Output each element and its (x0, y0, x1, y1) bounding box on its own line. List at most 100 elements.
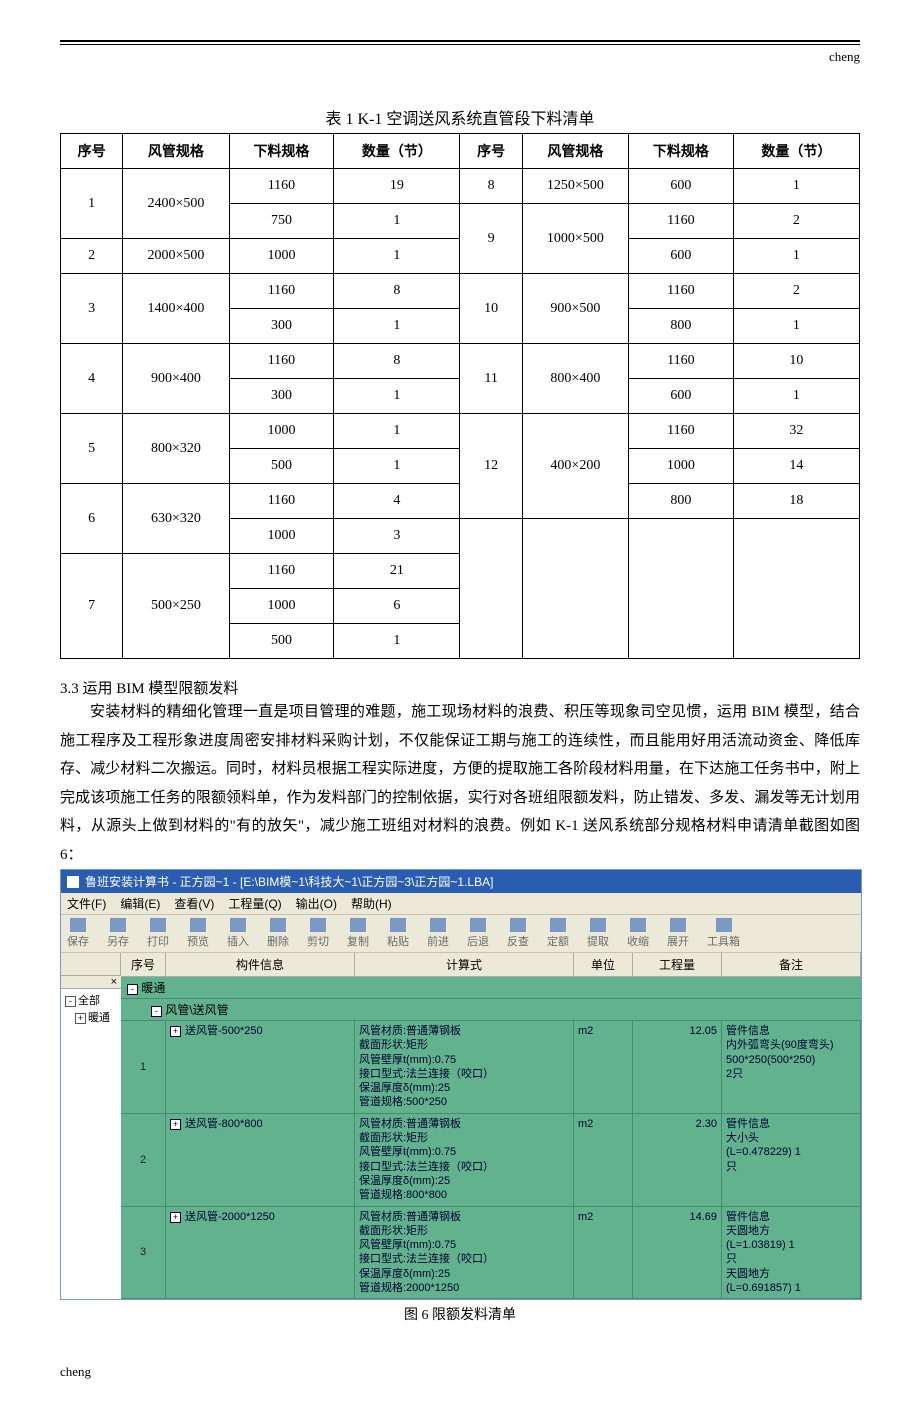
table-cell (628, 519, 733, 659)
table-cell: 500×250 (123, 554, 229, 659)
toolbar-button[interactable]: 提取 (587, 918, 609, 949)
toolbar-label: 保存 (67, 933, 89, 949)
table-cell: 600 (628, 239, 733, 274)
tree-plus-icon[interactable]: + (75, 1013, 86, 1024)
toolbar-label: 前进 (427, 933, 449, 949)
toolbar-icon (190, 918, 206, 932)
toolbar-button[interactable]: 插入 (227, 918, 249, 949)
table-header-cell: 风管规格 (123, 134, 229, 169)
footer-left-text: cheng (60, 1364, 860, 1380)
cell-remark: 管件信息内外弧弯头(90度弯头)500*250(500*250)2只 (722, 1021, 861, 1113)
toolbar-button[interactable]: 保存 (67, 918, 89, 949)
menu-item[interactable]: 帮助(H) (351, 895, 392, 912)
cell-index: 1 (121, 1021, 166, 1113)
subgroup-row[interactable]: - 风管\送风管 (121, 999, 861, 1021)
table-cell: 400×200 (522, 414, 628, 519)
grid-header-cell: 计算式 (355, 953, 574, 976)
page: cheng 表 1 K-1 空调送风系统直管段下料清单 序号风管规格下料规格数量… (0, 0, 920, 1420)
table-cell: 630×320 (123, 484, 229, 554)
table-header-cell: 下料规格 (628, 134, 733, 169)
menu-item[interactable]: 工程量(Q) (228, 895, 281, 912)
toolbar-icon (230, 918, 246, 932)
menu-item[interactable]: 输出(O) (296, 895, 337, 912)
toolbar-button[interactable]: 剪切 (307, 918, 329, 949)
data-row[interactable]: 1+送风管-500*250风管材质:普通薄钢板截面形状:矩形风管壁厚t(mm):… (121, 1021, 861, 1114)
toolbar-label: 插入 (227, 933, 249, 949)
toolbar-icon (390, 918, 406, 932)
menu-item[interactable]: 查看(V) (174, 895, 214, 912)
section-title: 3.3 运用 BIM 模型限额发料 (60, 677, 860, 698)
figure-caption: 图 6 限额发料清单 (60, 1304, 860, 1324)
toolbar-button[interactable]: 反查 (507, 918, 529, 949)
cell-component: +送风管-800*800 (166, 1114, 355, 1206)
table-cell: 500 (229, 624, 334, 659)
table-cell: 1 (733, 379, 859, 414)
table-cell: 2000×500 (123, 239, 229, 274)
toolbar-label: 提取 (587, 933, 609, 949)
table-cell: 1 (733, 239, 859, 274)
table-cell: 8 (460, 169, 522, 204)
toolbar-button[interactable]: 前进 (427, 918, 449, 949)
cell-calc: 风管材质:普通薄钢板截面形状:矩形风管壁厚t(mm):0.75接口型式:法兰连接… (355, 1021, 574, 1113)
table-cell: 1160 (628, 204, 733, 239)
tool-bar: 保存 另存打印 预览 插入 删除 剪切 复制 粘贴 前进 后退 反查 定额 提取 收缩 展开工具箱 (61, 914, 861, 953)
toolbar-button[interactable]: 打印 (147, 918, 169, 949)
toolbar-button[interactable]: 预览 (187, 918, 209, 949)
menu-item[interactable]: 编辑(E) (120, 895, 160, 912)
cell-calc: 风管材质:普通薄钢板截面形状:矩形风管壁厚t(mm):0.75接口型式:法兰连接… (355, 1207, 574, 1299)
table-cell: 32 (733, 414, 859, 449)
toolbar-button[interactable]: 工具箱 (707, 918, 740, 949)
toolbar-button[interactable]: 另存 (107, 918, 129, 949)
data-row[interactable]: 3+送风管-2000*1250风管材质:普通薄钢板截面形状:矩形风管壁厚t(mm… (121, 1207, 861, 1300)
data-row[interactable]: 2+送风管-800*800风管材质:普通薄钢板截面形状:矩形风管壁厚t(mm):… (121, 1114, 861, 1207)
toolbar-label: 粘贴 (387, 933, 409, 949)
table-cell: 1160 (229, 274, 334, 309)
table-cell: 300 (229, 309, 334, 344)
table-cell: 1 (334, 414, 460, 449)
toolbar-label: 剪切 (307, 933, 329, 949)
header-right-text: cheng (60, 49, 860, 65)
table-cell (522, 519, 628, 659)
toolbar-button[interactable]: 粘贴 (387, 918, 409, 949)
toolbar-icon (670, 918, 686, 932)
toolbar-label: 反查 (507, 933, 529, 949)
table-cell: 1160 (229, 554, 334, 589)
group-row[interactable]: - 暖通 (121, 977, 861, 999)
toolbar-icon (630, 918, 646, 932)
table-cell: 4 (334, 484, 460, 519)
table-cell: 1160 (229, 169, 334, 204)
toolbar-button[interactable]: 展开 (667, 918, 689, 949)
panel-close[interactable]: × (61, 976, 121, 989)
table-cell: 800×320 (123, 414, 229, 484)
toolbar-icon (550, 918, 566, 932)
table-cell: 1160 (628, 274, 733, 309)
menu-item[interactable]: 文件(F) (67, 895, 106, 912)
table-cell: 1 (334, 624, 460, 659)
table-cell: 1 (334, 239, 460, 274)
table-cell: 7 (61, 554, 123, 659)
table-cell: 19 (334, 169, 460, 204)
toolbar-icon (430, 918, 446, 932)
toolbar-button[interactable]: 定额 (547, 918, 569, 949)
grid-panel: 序号构件信息计算式单位工程量备注 - 暖通- 风管\送风管1+送风管-500*2… (121, 953, 861, 1299)
table-title: 表 1 K-1 空调送风系统直管段下料清单 (60, 105, 860, 129)
table-cell: 600 (628, 379, 733, 414)
tree-child[interactable]: +暖通 (65, 1010, 125, 1027)
tree-minus-icon[interactable]: - (65, 996, 76, 1007)
table-cell: 21 (334, 554, 460, 589)
cell-index: 3 (121, 1207, 166, 1299)
toolbar-label: 收缩 (627, 933, 649, 949)
cell-unit: m2 (574, 1114, 633, 1206)
tree-root[interactable]: -全部 (65, 993, 125, 1010)
toolbar-label: 预览 (187, 933, 209, 949)
toolbar-button[interactable]: 复制 (347, 918, 369, 949)
toolbar-icon (470, 918, 486, 932)
toolbar-button[interactable]: 删除 (267, 918, 289, 949)
toolbar-button[interactable]: 后退 (467, 918, 489, 949)
table-cell (733, 519, 859, 659)
toolbar-icon (310, 918, 326, 932)
toolbar-button[interactable]: 收缩 (627, 918, 649, 949)
toolbar-label: 删除 (267, 933, 289, 949)
table-cell: 2 (733, 204, 859, 239)
toolbar-label: 后退 (467, 933, 489, 949)
